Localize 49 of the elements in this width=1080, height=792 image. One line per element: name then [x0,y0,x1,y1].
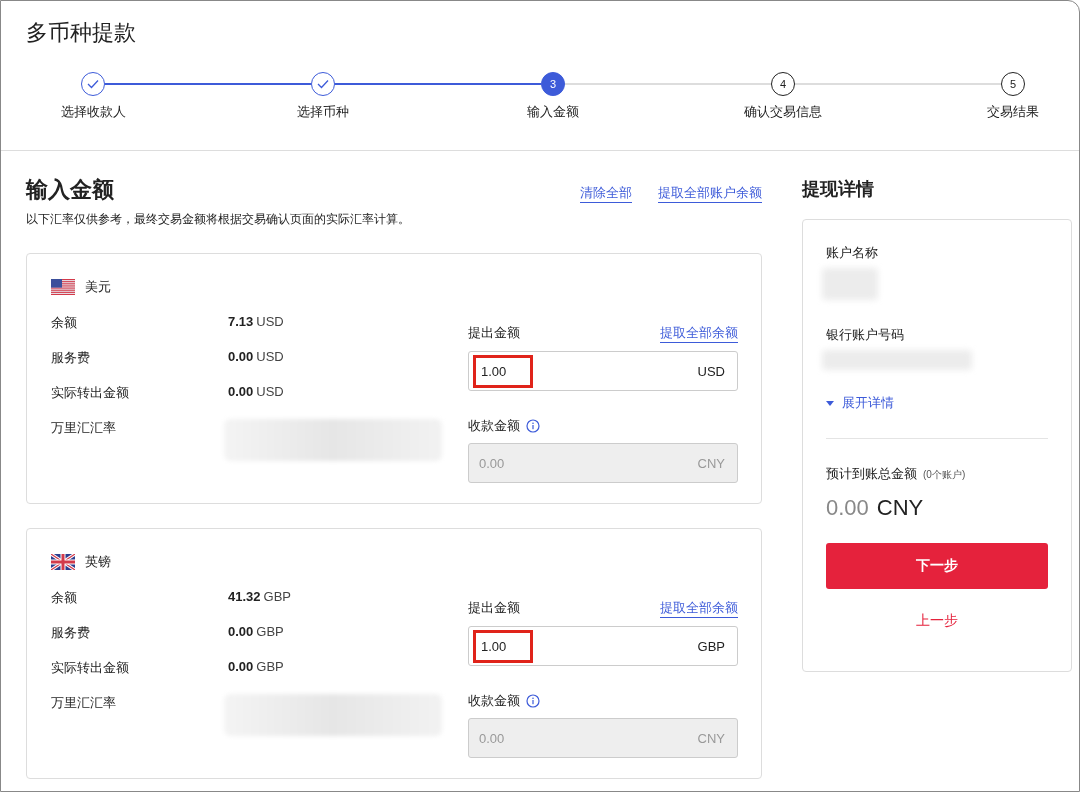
row-value: 0.00 GBP [228,659,284,674]
row-label: 万里汇汇率 [51,694,117,712]
total-amount: 0.00 CNY [826,495,924,521]
section-title: 输入金额 [26,176,115,204]
row-label: 实际转出金额 [51,659,130,677]
field-label: 收款金额 [468,692,520,710]
row-value: 0.00 GBP [228,624,284,639]
panel-title: 提现详情 [802,178,874,201]
back-button[interactable]: 上一步 [910,611,964,631]
account-count: (0个账户) [923,468,966,482]
caret-icon [826,400,834,406]
step-label: 输入金额 [527,103,579,121]
page-title: 多币种提款 [26,19,136,47]
total-label: 预计到账总金额 [826,465,917,483]
action-link[interactable]: 清除全部 [580,184,632,203]
currency-name: 英镑 [85,553,111,571]
withdraw-amount-field[interactable]: 1.00 USD [468,351,738,391]
row-label: 服务费 [51,624,91,642]
field-label: 提出金额 [468,599,520,617]
withdraw-all-link[interactable]: 提取全部余额 [660,599,738,618]
info-icon[interactable] [526,694,540,708]
currency-name: 美元 [85,278,111,296]
row-label: 万里汇汇率 [51,419,117,437]
info-icon[interactable] [526,419,540,433]
expand-link[interactable]: 展开详情 [826,394,894,412]
step-label: 确认交易信息 [744,103,822,121]
withdraw-all-link[interactable]: 提取全部余额 [660,324,738,343]
row-value: 41.32 GBP [228,589,291,604]
action-link[interactable]: 提取全部账户余额 [658,184,762,203]
flag-icon [51,279,75,295]
step-label: 选择收款人 [60,103,126,121]
field-label: 账户名称 [826,244,878,262]
flag-icon [51,554,75,570]
step-label: 交易结果 [987,103,1039,121]
field-label: 银行账户号码 [826,326,904,344]
step-label: 选择币种 [297,103,349,121]
field-label: 提出金额 [468,324,520,342]
row-label: 余额 [51,314,78,332]
row-label: 实际转出金额 [51,384,130,402]
rate-note: 以下汇率仅供参考，最终交易金额将根据交易确认页面的实际汇率计算。 [26,211,410,228]
next-button[interactable]: 下一步 [826,543,1048,589]
withdraw-amount-field[interactable]: 1.00 GBP [468,626,738,666]
row-label: 余额 [51,589,78,607]
row-value: 0.00 USD [228,349,284,364]
row-value: 7.13 USD [228,314,284,329]
field-label: 收款金额 [468,417,520,435]
row-label: 服务费 [51,349,91,367]
row-value: 0.00 USD [228,384,284,399]
step-number: 3 [541,72,565,96]
